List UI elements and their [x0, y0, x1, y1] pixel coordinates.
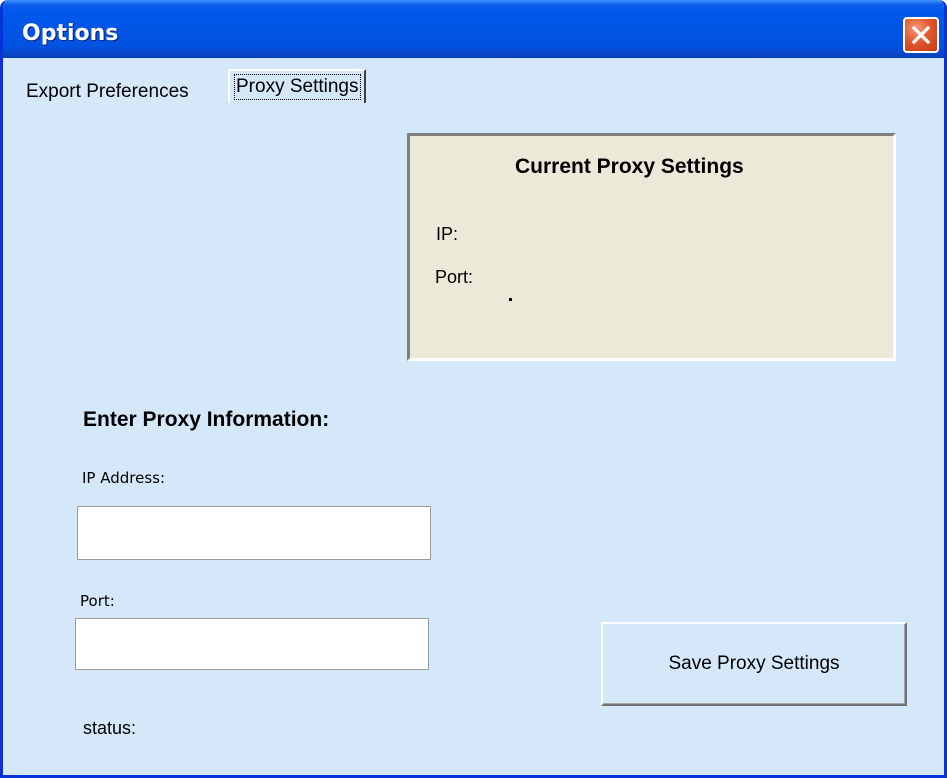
status-label: status: — [83, 718, 137, 738]
enter-proxy-heading: Enter Proxy Information: — [83, 408, 330, 431]
current-ip-label: IP: — [436, 224, 459, 244]
close-button[interactable] — [903, 17, 939, 53]
port-value-marker — [509, 298, 512, 301]
tab-proxy-settings-label: Proxy Settings — [234, 74, 361, 100]
current-port-label: Port: — [435, 267, 474, 287]
ip-address-input[interactable] — [77, 506, 431, 560]
current-proxy-settings-title: Current Proxy Settings — [515, 155, 744, 178]
tab-proxy-settings[interactable]: Proxy Settings — [228, 69, 366, 103]
window-title: Options — [22, 21, 119, 46]
current-proxy-settings-panel: Current Proxy Settings IP: Port: — [407, 133, 896, 361]
tab-strip: Export Preferences Proxy Settings — [3, 63, 944, 103]
tab-export-preferences[interactable]: Export Preferences — [26, 80, 189, 104]
options-window: Options Export Preferences Proxy Setting… — [0, 0, 947, 778]
port-label: Port: — [80, 592, 115, 610]
close-icon — [911, 25, 931, 45]
title-bar[interactable]: Options — [3, 0, 944, 58]
save-proxy-settings-button[interactable]: Save Proxy Settings — [601, 622, 907, 706]
ip-address-label: IP Address: — [82, 469, 166, 487]
port-input[interactable] — [75, 618, 429, 670]
